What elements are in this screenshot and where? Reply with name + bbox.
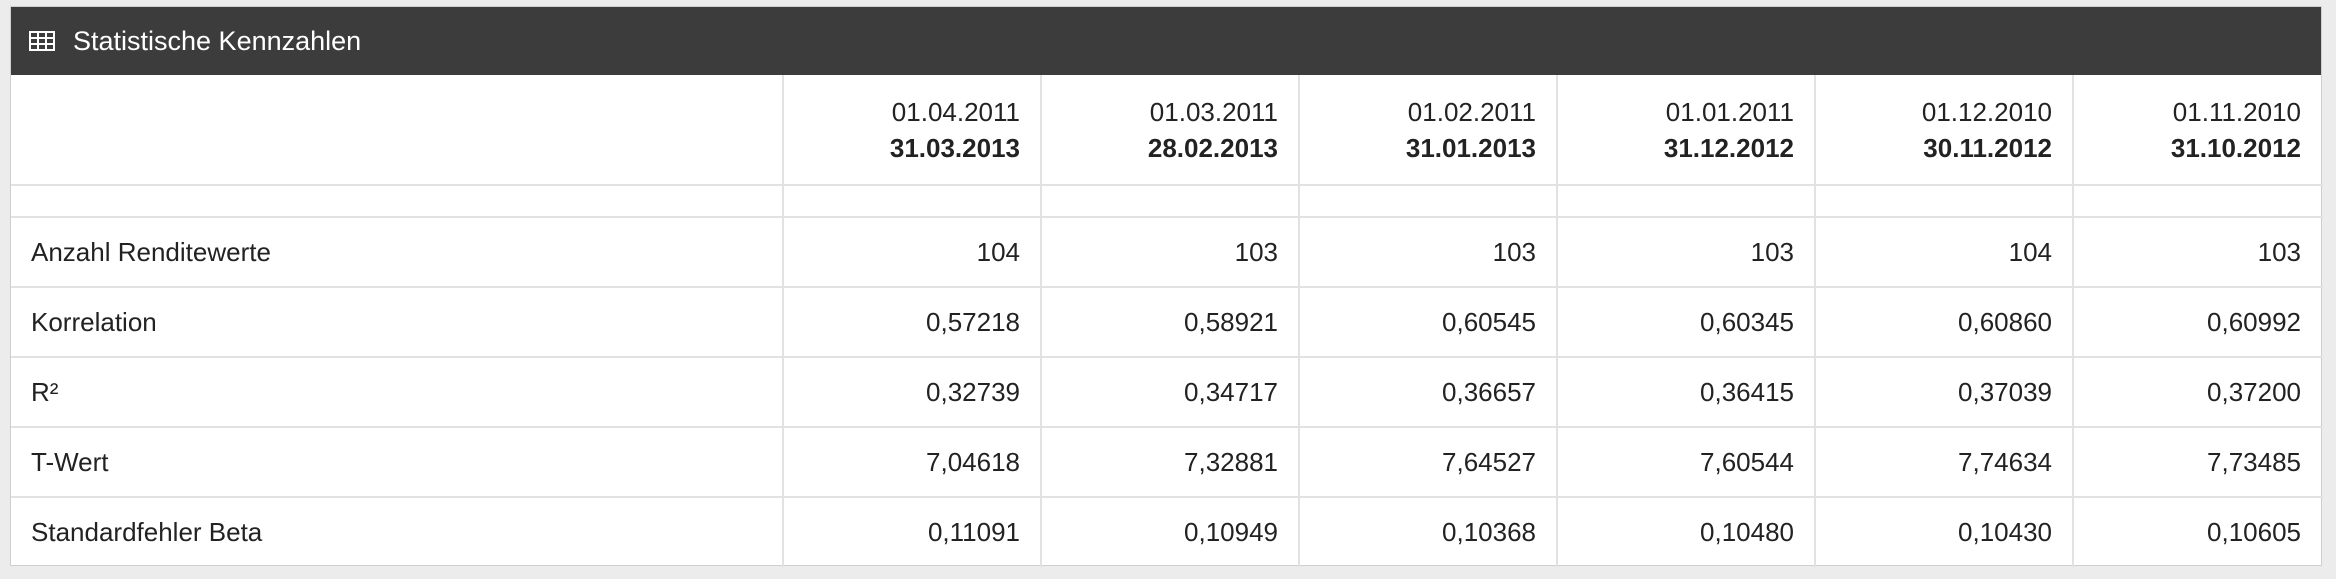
value-cell: 0,10949 [1041,497,1300,567]
value-cell: 0,37200 [2073,357,2323,428]
value-cell: 7,74634 [1815,427,2074,498]
spacer-cell [1557,185,1816,218]
period-end-date: 31.12.2012 [1663,132,1794,163]
period-end-date: 31.03.2013 [889,132,1020,163]
header-corner-cell [11,75,784,186]
table-grid-icon [29,31,55,51]
value-cell: 0,37039 [1815,357,2074,428]
table-row: R² 0,32739 0,34717 0,36657 0,36415 0,37039 0,3… [11,357,2323,428]
table-row: Korrelation 0,57218 0,58921 0,60545 0,60345 0… [11,287,2323,358]
period-header-cell: 01.01.2011 31.12.2012 [1557,75,1816,186]
period-end-date: 31.10.2012 [2170,132,2301,163]
period-start-date: 01.03.2011 [1149,96,1278,127]
statistics-panel: Statistische Kennzahlen 01.04.2011 31.03… [10,6,2323,567]
period-start-date: 01.12.2010 [1921,96,2052,127]
spacer-cell [1041,185,1300,218]
value-cell: 0,11091 [783,497,1042,567]
period-start-date: 01.02.2011 [1407,96,1536,127]
row-label: R² [11,357,784,428]
spacer-cell [1815,185,2074,218]
value-cell: 0,32739 [783,357,1042,428]
period-header-row: 01.04.2011 31.03.2013 01.03.2011 28.02.2… [11,75,2323,186]
period-header-cell: 01.03.2011 28.02.2013 [1041,75,1300,186]
value-cell: 0,58921 [1041,287,1300,358]
table-row: Standardfehler Beta 0,11091 0,10949 0,10368… [11,497,2323,567]
period-end-date: 30.11.2012 [1923,132,2052,163]
value-cell: 7,60544 [1557,427,1816,498]
row-label: Standardfehler Beta [11,497,784,567]
value-cell: 0,10480 [1557,497,1816,567]
period-start-date: 01.01.2011 [1665,96,1794,127]
spacer-cell [11,185,784,218]
spacer-row [11,185,2323,218]
value-cell: 0,10430 [1815,497,2074,567]
value-cell: 0,57218 [783,287,1042,358]
period-header-cell: 01.11.2010 31.10.2012 [2073,75,2323,186]
period-header-cell: 01.04.2011 31.03.2013 [783,75,1042,186]
value-cell: 7,64527 [1299,427,1558,498]
value-cell: 0,34717 [1041,357,1300,428]
value-cell: 7,73485 [2073,427,2323,498]
row-label: Anzahl Renditewerte [11,217,784,288]
value-cell: 103 [1299,217,1558,288]
spacer-cell [783,185,1042,218]
value-cell: 104 [783,217,1042,288]
value-cell: 7,04618 [783,427,1042,498]
spacer-cell [1299,185,1558,218]
period-end-date: 28.02.2013 [1147,132,1278,163]
value-cell: 0,36657 [1299,357,1558,428]
value-cell: 103 [1557,217,1816,288]
value-cell: 0,60992 [2073,287,2323,358]
statistics-table: 01.04.2011 31.03.2013 01.03.2011 28.02.2… [11,75,2323,567]
panel-header: Statistische Kennzahlen [11,7,2321,75]
spacer-cell [2073,185,2323,218]
period-header-cell: 01.12.2010 30.11.2012 [1815,75,2074,186]
value-cell: 0,60545 [1299,287,1558,358]
row-label: Korrelation [11,287,784,358]
value-cell: 7,32881 [1041,427,1300,498]
value-cell: 0,36415 [1557,357,1816,428]
period-start-date: 01.11.2010 [2172,96,2301,127]
table-row: T-Wert 7,04618 7,32881 7,64527 7,60544 7,7463… [11,427,2323,498]
table-row: Anzahl Renditewerte 104 103 103 103 104 103 [11,217,2323,288]
period-end-date: 31.01.2013 [1405,132,1536,163]
value-cell: 103 [1041,217,1300,288]
value-cell: 0,10605 [2207,517,2301,547]
value-cell: 0,10368 [1299,497,1558,567]
value-cell: 103 [2073,217,2323,288]
value-cell: 0,60345 [1557,287,1816,358]
panel-title: Statistische Kennzahlen [73,25,362,56]
value-cell: 104 [1815,217,2074,288]
row-label: T-Wert [11,427,784,498]
period-start-date: 01.04.2011 [891,96,1020,127]
period-header-cell: 01.02.2011 31.01.2013 [1299,75,1558,186]
value-cell: 0,60860 [1815,287,2074,358]
